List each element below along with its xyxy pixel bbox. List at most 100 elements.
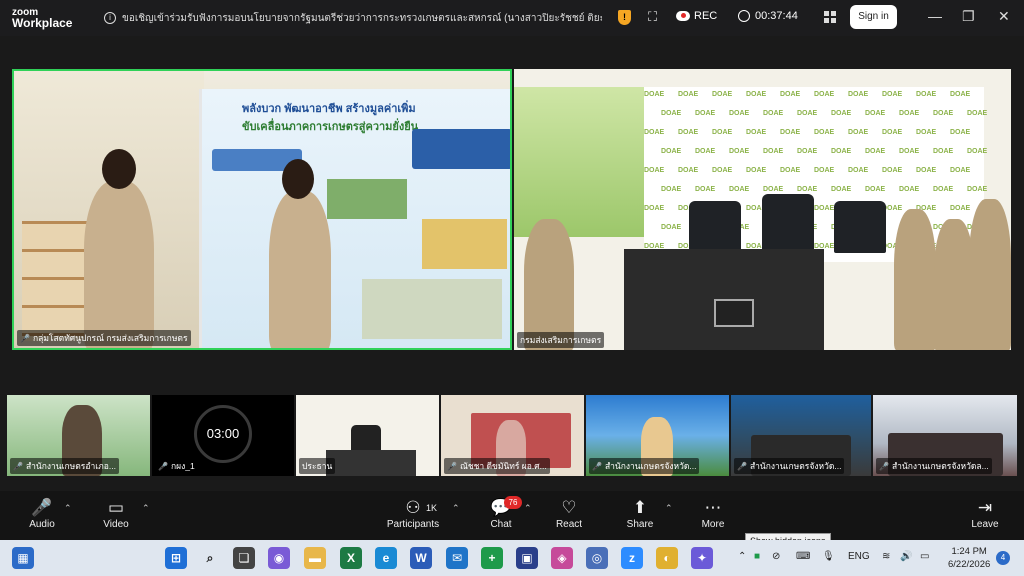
backdrop-logo-mark: DOAE [950, 167, 971, 174]
backdrop-logo-mark: DOAE [644, 167, 665, 174]
participants-options-caret[interactable]: ⌃ [452, 503, 460, 514]
backdrop-logo-mark: DOAE [831, 186, 852, 193]
backdrop-logo-mark: DOAE [831, 148, 852, 155]
zoom-logo: zoom Workplace [12, 7, 82, 29]
backdrop-logo-mark: DOAE [865, 110, 886, 117]
backdrop-logo-mark: DOAE [729, 110, 750, 117]
excel-icon[interactable]: X [340, 547, 362, 569]
backdrop-logo-mark: DOAE [933, 110, 954, 117]
language-indicator[interactable]: ENG [848, 551, 870, 562]
more-button[interactable]: ⋯ More [683, 497, 743, 530]
thumbnail-tile-2[interactable]: 03:00 🎤 กผง_1 [152, 395, 294, 476]
word-icon[interactable]: W [410, 547, 432, 569]
minimize-icon[interactable]: — [928, 8, 942, 24]
backdrop-logo-mark: DOAE [882, 129, 903, 136]
search-icon[interactable]: ⌕ [199, 547, 221, 569]
video-tile-main-2[interactable]: DOAE DOAE DOAE DOAE DOAE DOAE DOAE DOAE DOAE DOAE… [514, 69, 1011, 350]
chat-button[interactable]: 💬 Chat [471, 497, 531, 530]
video-tile-main-1[interactable]: พลังบวก พัฒนาอาชีพ สร้างมูลค่าเพิ่ม ขับเ… [12, 69, 512, 350]
close-icon[interactable]: ✕ [998, 8, 1010, 25]
video-camera-icon: ▭ [107, 498, 125, 517]
thumbnail-tile-3[interactable]: ประธาน [296, 395, 439, 476]
backdrop-logo-mark: DOAE [678, 167, 699, 174]
thumbnail-tile-6[interactable]: 🎤 สำนักงานเกษตรจังหวัด... [731, 395, 871, 476]
thumbnail-tile-7[interactable]: 🎤 สำนักงานเกษตรจังหวัดล... [873, 395, 1017, 476]
restore-icon[interactable]: ❐ [962, 8, 975, 25]
video-button[interactable]: ▭ Video [86, 497, 146, 530]
share-button[interactable]: ⬆ Share [610, 497, 670, 530]
clock[interactable]: 1:24 PM 6/22/2026 [948, 545, 990, 571]
windows-taskbar: ▦ ⊞ ⌕ ❏ ◉ ▬ X e W ✉ + ▣ ◈ ◎ z ◐ ✦ ⌃ ■ ⊘ … [0, 540, 1024, 576]
clock-icon [738, 10, 750, 22]
leave-button[interactable]: ⇥ Leave [955, 497, 1015, 530]
audio-button[interactable]: 🎤 Audio [12, 497, 72, 530]
microphone-icon[interactable]: 🎙 [822, 551, 835, 562]
share-screen-icon: ⬆ [632, 498, 648, 517]
backdrop-logo-mark: DOAE [644, 129, 665, 136]
backdrop-logo-mark: DOAE [848, 129, 869, 136]
backdrop-logo-mark: DOAE [865, 148, 886, 155]
security-shield-icon[interactable]: ! [618, 10, 631, 25]
wifi-icon[interactable]: ≋ [882, 551, 890, 562]
eye-hidden-icon[interactable]: ⊘ [772, 551, 780, 562]
cloud-record-icon [676, 11, 690, 21]
backdrop-logo-mark: DOAE [729, 186, 750, 193]
keyboard-icon[interactable]: ⌨ [796, 551, 810, 562]
thumbnail-tile-4[interactable]: 🎤 ณัชชา ดีขมันิทร์ ผอ.ศ... [441, 395, 584, 476]
chat-options-caret[interactable]: ⌃ [524, 503, 532, 514]
mail-icon[interactable]: ✉ [446, 547, 468, 569]
backdrop-logo-mark: DOAE [899, 148, 920, 155]
speaker-icon[interactable]: 🔊 [900, 551, 912, 562]
thumbnail-tile-5[interactable]: 🎤 สำนักงานเกษตรจังหวัด... [586, 395, 729, 476]
wireless-display-icon[interactable]: ◎ [586, 547, 608, 569]
laptop [714, 299, 754, 327]
show-hidden-icons-chevron[interactable]: ⌃ [738, 551, 746, 562]
backdrop-logo-mark: DOAE [695, 148, 716, 155]
backdrop-logo-mark: DOAE [916, 167, 937, 174]
presenter-left [84, 181, 154, 348]
zoom-app-icon[interactable]: z [621, 547, 643, 569]
share-options-caret[interactable]: ⌃ [665, 503, 673, 514]
participant-count: 1K [426, 503, 438, 513]
copilot-m365-icon[interactable]: ◈ [551, 547, 573, 569]
start-menu-icon[interactable]: ⊞ [165, 547, 187, 569]
chat-bubble-icon: 💬 [490, 498, 512, 517]
battery-icon[interactable]: ▭ [920, 551, 929, 562]
backdrop-logo-mark: DOAE [780, 91, 801, 98]
green-display-wall [514, 87, 644, 237]
teams-chat-icon[interactable]: ◉ [268, 547, 290, 569]
chrome-icon[interactable]: ◐ [656, 547, 678, 569]
backdrop-logo-mark: DOAE [661, 110, 682, 117]
copilot-icon[interactable]: ✦ [691, 547, 713, 569]
backdrop-logo-mark: DOAE [933, 148, 954, 155]
participant-name-label: 🎤 กผง_1 [155, 458, 198, 474]
line-app-icon[interactable]: ■ [754, 551, 760, 562]
edge-browser-icon[interactable]: e [375, 547, 397, 569]
view-toggle-icon[interactable]: ⛶ [648, 9, 657, 25]
video-options-caret[interactable]: ⌃ [142, 503, 150, 514]
sign-in-button[interactable]: Sign in [850, 5, 897, 29]
task-view-icon[interactable]: ❏ [233, 547, 255, 569]
backdrop-logo-mark: DOAE [814, 167, 835, 174]
participants-button[interactable]: ⚇ Participants [383, 497, 443, 530]
thumbnail-tile-1[interactable]: 🎤 สำนักงานเกษตรอำเภอ... [7, 395, 150, 476]
backdrop-logo-mark: DOAE [746, 129, 767, 136]
recording-indicator[interactable]: REC [676, 10, 717, 22]
backdrop-logo-mark: DOAE [831, 110, 852, 117]
gallery-view-icon[interactable] [824, 11, 836, 23]
backdrop-logo-mark: DOAE [780, 167, 801, 174]
store-icon[interactable]: ▣ [516, 547, 538, 569]
sheets-icon[interactable]: + [481, 547, 503, 569]
widgets-icon[interactable]: ▦ [12, 547, 34, 569]
file-explorer-icon[interactable]: ▬ [304, 547, 326, 569]
backdrop-logo-mark: DOAE [814, 129, 835, 136]
backdrop-logo-mark: DOAE [797, 110, 818, 117]
react-button[interactable]: ♡ React [539, 497, 599, 530]
info-icon[interactable]: i [104, 12, 116, 24]
notification-badge[interactable]: 4 [996, 551, 1010, 565]
meeting-timer: 00:37:44 [738, 10, 798, 22]
presenter-right [269, 191, 331, 348]
audio-options-caret[interactable]: ⌃ [64, 503, 72, 514]
backdrop-logo-mark: DOAE [678, 129, 699, 136]
backdrop-logo-mark: DOAE [916, 91, 937, 98]
